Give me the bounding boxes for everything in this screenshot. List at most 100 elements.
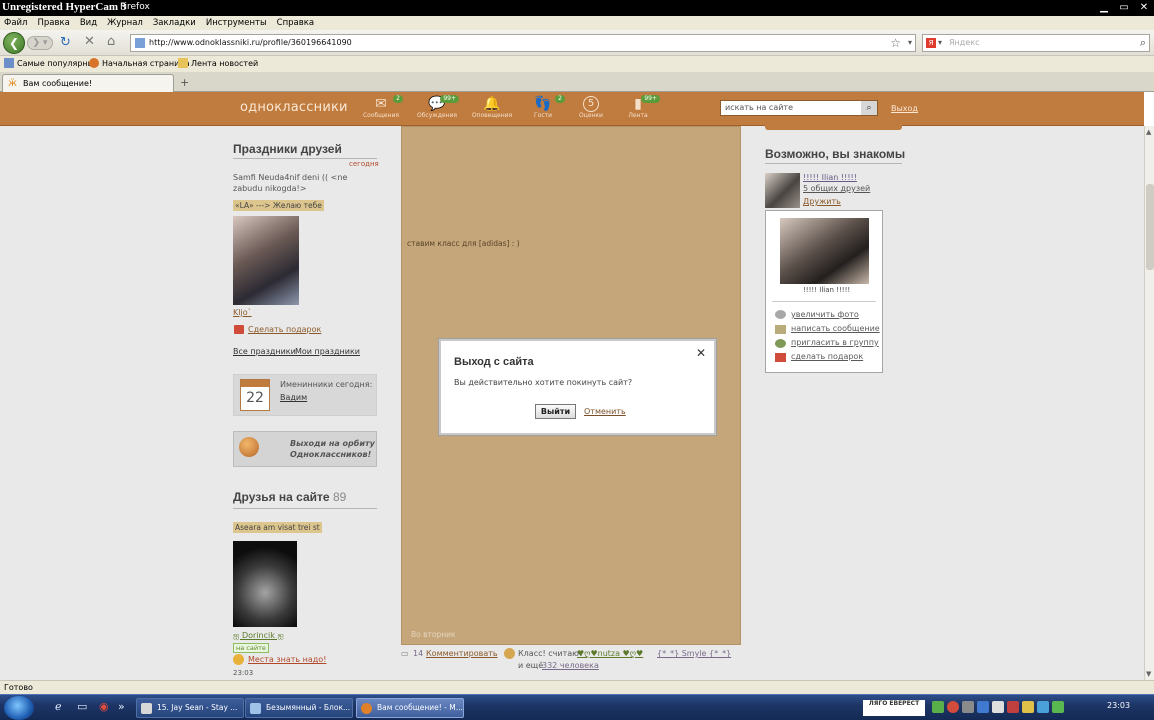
close-icon[interactable]: ✕ xyxy=(696,346,706,360)
holidays-today: сегодня xyxy=(349,160,379,168)
comment-link[interactable]: Комментировать xyxy=(426,649,498,658)
search-engine-dropdown-icon[interactable]: ▾ xyxy=(938,38,942,47)
tray-antivirus-icon[interactable] xyxy=(947,701,959,713)
menu-edit[interactable]: Правка xyxy=(37,16,75,30)
nav-discussions[interactable]: 💬 Обсуждения 99+ xyxy=(413,95,461,124)
nav-feed[interactable]: ▮ Лента 99+ xyxy=(614,95,662,124)
confirm-logout-button[interactable]: Выйти xyxy=(535,404,576,419)
my-holidays-link[interactable]: Мои праздники xyxy=(295,347,360,356)
scroll-down-icon[interactable]: ▼ xyxy=(1146,670,1151,678)
menu-view[interactable]: Вид xyxy=(80,16,103,30)
ie-icon[interactable]: ℯ xyxy=(55,700,62,713)
bookmark-news-feed[interactable]: Лента новостей xyxy=(178,58,258,70)
orbit-promo-banner[interactable]: Выходи на орбиту Одноклассников! xyxy=(233,431,377,467)
nav-messages[interactable]: ✉ Сообщения 2 xyxy=(357,95,405,124)
friend2-photo[interactable] xyxy=(233,541,297,627)
reload-icon[interactable]: ↻ xyxy=(60,35,71,50)
search-icon[interactable]: ⌕ xyxy=(1140,36,1146,50)
menu-tools[interactable]: Инструменты xyxy=(206,16,273,30)
suggested-person-name[interactable]: !!!!! Ilian !!!!! xyxy=(803,173,857,182)
tray-skype-icon[interactable] xyxy=(1037,701,1049,713)
birthday-name-link[interactable]: Вадим xyxy=(280,393,307,402)
suggested-person-photo[interactable] xyxy=(765,173,800,208)
menu-file[interactable]: Файл xyxy=(4,16,33,30)
maximize-button[interactable]: ▭ xyxy=(1114,0,1134,16)
dialog-message: Вы действительно хотите покинуть сайт? xyxy=(454,378,633,387)
action-write-message[interactable]: написать сообщение xyxy=(791,324,880,333)
cancel-link[interactable]: Отменить xyxy=(584,407,626,416)
mutual-friends-link[interactable]: 5 общих друзей xyxy=(803,184,870,193)
smile-icon xyxy=(233,654,244,665)
home-icon[interactable]: ⌂ xyxy=(107,34,115,49)
bookmark-popular[interactable]: Самые популярные xyxy=(4,58,99,70)
hover-card-photo[interactable] xyxy=(780,218,869,284)
nav-guests[interactable]: 👣 Гости 2 xyxy=(519,95,567,124)
task-music-player[interactable]: 15. Jay Sean - Stay ... xyxy=(136,698,244,718)
action-make-gift[interactable]: сделать подарок xyxy=(791,352,863,361)
tray-bluetooth-icon[interactable] xyxy=(977,701,989,713)
site-logo[interactable]: одноклассники xyxy=(240,100,348,115)
nav-ratings[interactable]: 5 Оценки xyxy=(567,96,615,124)
add-friend-link[interactable]: Дружить xyxy=(803,197,841,206)
tray-update-icon[interactable] xyxy=(1022,701,1034,713)
klass-user-2[interactable]: {*_*} Smyle {*_*} xyxy=(657,649,731,658)
klass-icon[interactable] xyxy=(504,648,515,659)
more-quicklaunch-icon[interactable]: » xyxy=(118,700,125,713)
site-search-input[interactable]: искать на сайте ⌕ xyxy=(720,100,878,116)
friends-online-label: Друзья на сайте xyxy=(233,490,330,504)
url-bar[interactable]: http://www.odnoklassniki.ru/profile/3601… xyxy=(130,34,916,52)
opera-icon[interactable]: ◉ xyxy=(99,700,109,713)
tray-icq-icon[interactable] xyxy=(1052,701,1064,713)
back-button[interactable]: ❮ xyxy=(3,32,25,54)
more-people-link[interactable]: 332 человека xyxy=(542,661,599,670)
logout-link[interactable]: Выход xyxy=(891,104,918,113)
menu-help[interactable]: Справка xyxy=(277,16,320,30)
url-dropdown-icon[interactable]: ▾ xyxy=(908,38,912,47)
tab-label: Вам сообщение! xyxy=(23,79,93,88)
task-notepad[interactable]: Безымянный - Блок... xyxy=(245,698,353,718)
tray-volume-icon[interactable] xyxy=(992,701,1004,713)
forward-button[interactable]: ❯ ▾ xyxy=(27,36,53,50)
group-icon xyxy=(775,339,786,348)
minimize-button[interactable]: ▁ xyxy=(1094,0,1114,16)
all-holidays-link[interactable]: Все праздники xyxy=(233,347,296,356)
tray-network-icon[interactable] xyxy=(932,701,944,713)
nav-discussions-label: Обсуждения xyxy=(417,112,457,119)
planet-icon xyxy=(239,437,259,457)
scroll-up-icon[interactable]: ▲ xyxy=(1146,128,1151,136)
bookmark-start-page[interactable]: Начальная страница xyxy=(89,58,190,70)
browser-search-placeholder: Яндекс xyxy=(949,38,980,47)
site-search-icon[interactable]: ⌕ xyxy=(861,101,877,115)
make-gift-link[interactable]: Сделать подарок xyxy=(248,325,321,334)
holidays-divider xyxy=(233,158,377,159)
nav-feed-badge: 99+ xyxy=(641,95,660,103)
action-invite-group[interactable]: пригласить в группу xyxy=(791,338,879,347)
nav-notifications[interactable]: 🔔 Оповещения xyxy=(468,96,516,124)
bookmark-star-icon[interactable]: ☆ xyxy=(890,36,901,50)
friend-photo[interactable] xyxy=(233,216,299,305)
browser-search-bar[interactable]: Я ▾ Яндекс ⌕ xyxy=(922,34,1150,52)
tray-app-icon[interactable] xyxy=(962,701,974,713)
task-notepad-label: Безымянный - Блок... xyxy=(266,703,351,712)
envelope-icon xyxy=(775,325,786,334)
hover-card-name: !!!!! Ilian !!!!! xyxy=(803,286,851,294)
new-tab-button[interactable]: + xyxy=(180,76,189,89)
tray-security-icon[interactable] xyxy=(1007,701,1019,713)
friend2-status-link[interactable]: Места знать надо! xyxy=(248,655,326,664)
klass-user-1[interactable]: ♥ღ♥nutza ♥ღ♥ xyxy=(577,649,643,658)
close-window-button[interactable]: ✕ xyxy=(1134,0,1154,16)
menu-bookmarks[interactable]: Закладки xyxy=(153,16,202,30)
feed-icon xyxy=(178,58,188,68)
arrow-right-icon: ❯ ▾ xyxy=(32,38,48,48)
stop-icon[interactable]: ✕ xyxy=(84,34,95,49)
start-button[interactable] xyxy=(4,696,34,720)
task-firefox[interactable]: Вам сообщение! - M... xyxy=(356,698,464,718)
desktop-icon[interactable]: ▭ xyxy=(77,700,87,713)
friend2-name-link[interactable]: ஐ Dorincik ஐ xyxy=(233,631,284,641)
friend-name-link[interactable]: Kljo` xyxy=(233,308,252,317)
tab-active[interactable]: ӝ Вам сообщение! xyxy=(2,74,174,92)
page-scrollbar[interactable]: ▲ ▼ xyxy=(1144,126,1154,680)
action-zoom-photo[interactable]: увеличить фото xyxy=(791,310,859,319)
scroll-thumb[interactable] xyxy=(1146,184,1154,270)
menu-history[interactable]: Журнал xyxy=(107,16,149,30)
